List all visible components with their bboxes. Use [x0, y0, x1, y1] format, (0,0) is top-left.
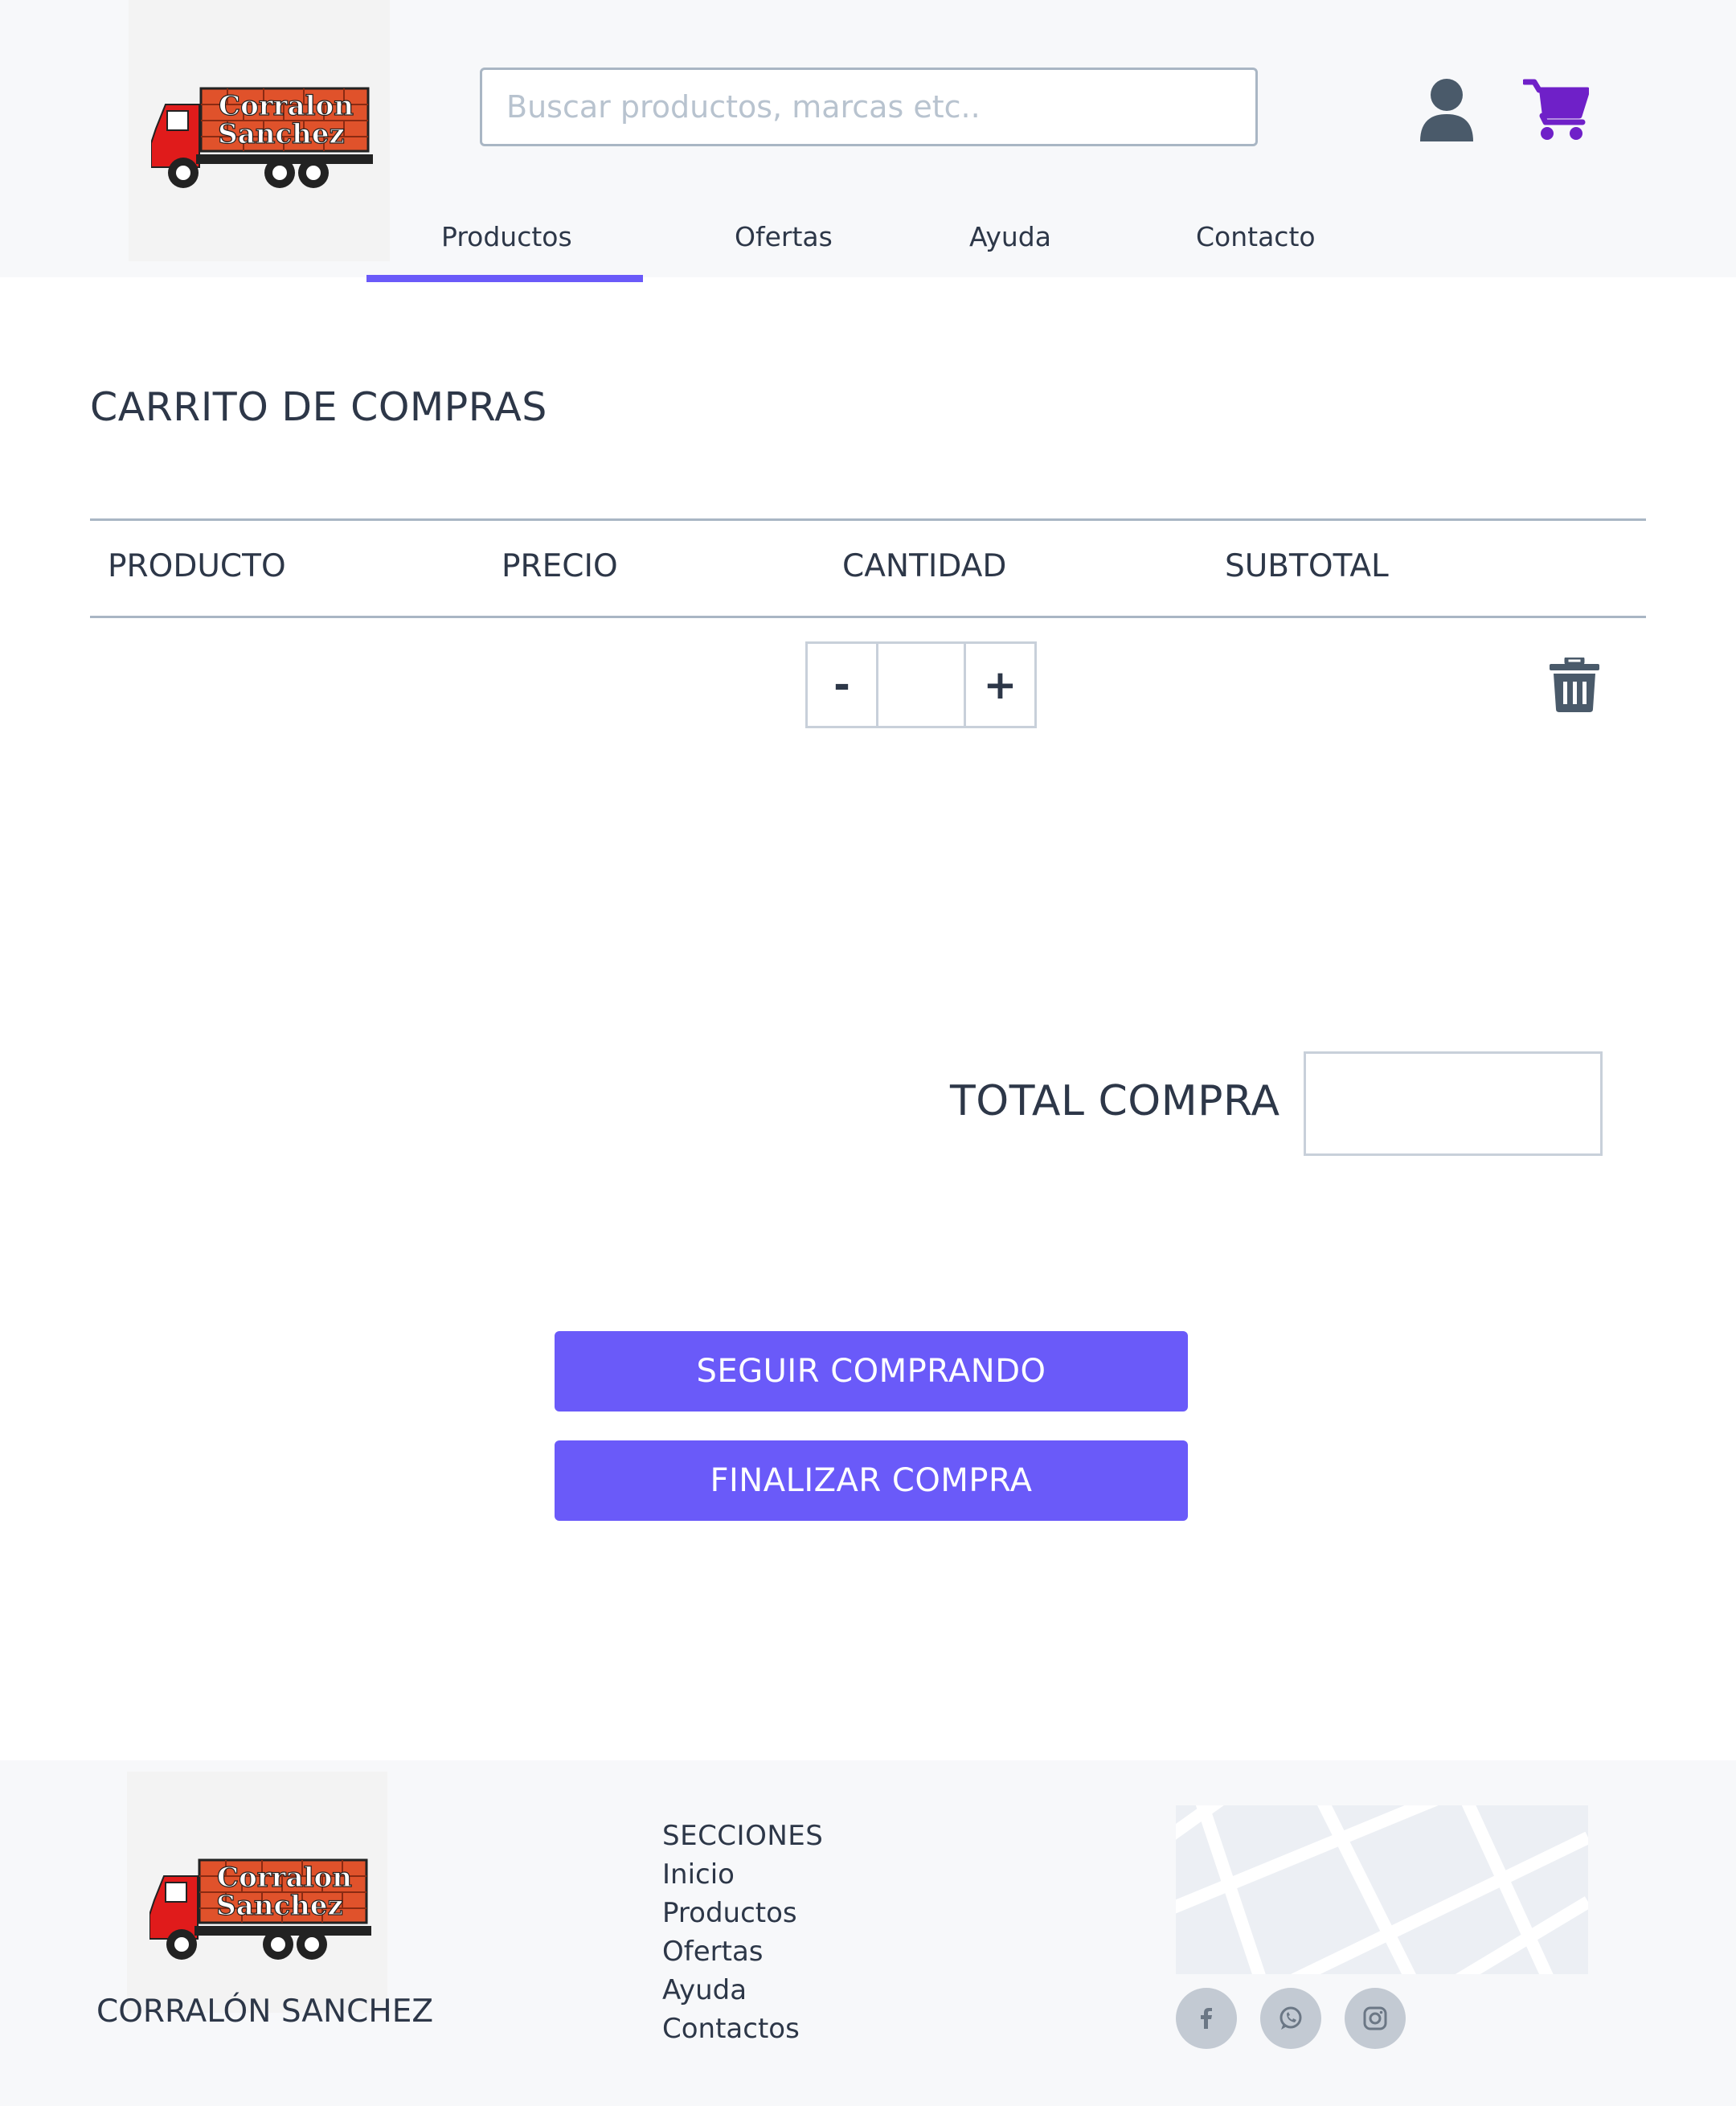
nav-item-productos[interactable]: Productos: [441, 221, 572, 252]
instagram-glyph-icon: [1363, 2006, 1387, 2030]
column-header-producto: PRODUCTO: [108, 548, 286, 584]
decrease-quantity-button[interactable]: -: [808, 644, 878, 726]
facebook-icon[interactable]: [1176, 1988, 1237, 2049]
continue-shopping-button[interactable]: SEGUIR COMPRANDO: [555, 1331, 1188, 1412]
search-input[interactable]: [480, 68, 1258, 146]
main-nav: Productos Ofertas Ayuda Contacto: [0, 205, 1736, 277]
table-divider-bottom: [90, 616, 1646, 618]
column-header-subtotal: SUBTOTAL: [1225, 548, 1389, 584]
column-header-cantidad: CANTIDAD: [842, 548, 1007, 584]
trash-icon[interactable]: [1550, 658, 1599, 712]
table-divider-top: [90, 518, 1646, 521]
svg-text:Corralon: Corralon: [217, 1862, 352, 1894]
increase-quantity-button[interactable]: +: [964, 644, 1034, 726]
whatsapp-icon[interactable]: [1260, 1988, 1321, 2049]
footer-link-ayuda[interactable]: Ayuda: [662, 1974, 747, 2006]
whatsapp-glyph-icon: [1279, 2006, 1302, 2030]
active-tab-indicator: [366, 275, 643, 282]
total-value: [1304, 1051, 1603, 1156]
footer-link-contactos[interactable]: Contactos: [662, 2013, 800, 2045]
svg-text:Corralon: Corralon: [219, 90, 354, 122]
footer-link-ofertas[interactable]: Ofertas: [662, 1936, 764, 1968]
footer-sections-title: SECCIONES: [662, 1820, 824, 1852]
user-icon[interactable]: [1419, 79, 1475, 141]
svg-text:Sanchez: Sanchez: [216, 1890, 343, 1922]
map[interactable]: [1176, 1805, 1588, 1974]
footer-link-productos[interactable]: Productos: [662, 1897, 797, 1929]
nav-item-ofertas[interactable]: Ofertas: [735, 221, 833, 252]
site-footer: Corralon Sanchez CORRALÓN SANCHEZ SECCIO…: [0, 1760, 1736, 2106]
cart-icon[interactable]: [1523, 79, 1589, 141]
quantity-field[interactable]: [878, 644, 964, 726]
truck-logo-icon: Corralon Sanchez: [149, 1858, 371, 1960]
page-title: CARRITO DE COMPRAS: [90, 384, 547, 430]
map-streets-icon: [1176, 1805, 1588, 1974]
checkout-button[interactable]: FINALIZAR COMPRA: [555, 1440, 1188, 1521]
instagram-icon[interactable]: [1345, 1988, 1406, 2049]
nav-item-contacto[interactable]: Contacto: [1196, 221, 1316, 252]
nav-item-ayuda[interactable]: Ayuda: [969, 221, 1051, 252]
facebook-glyph-icon: [1201, 2008, 1212, 2029]
footer-link-inicio[interactable]: Inicio: [662, 1858, 735, 1891]
quantity-stepper: - +: [805, 641, 1037, 728]
truck-logo-icon: Corralon Sanchez: [151, 87, 373, 188]
svg-text:Sanchez: Sanchez: [218, 118, 345, 150]
footer-brand-name: CORRALÓN SANCHEZ: [96, 1993, 434, 2030]
column-header-precio: PRECIO: [502, 548, 618, 584]
total-label: TOTAL COMPRA: [950, 1077, 1280, 1125]
footer-logo[interactable]: Corralon Sanchez: [127, 1772, 387, 2013]
site-header: Corralon Sanchez Productos Ofertas Ayuda…: [0, 0, 1736, 277]
